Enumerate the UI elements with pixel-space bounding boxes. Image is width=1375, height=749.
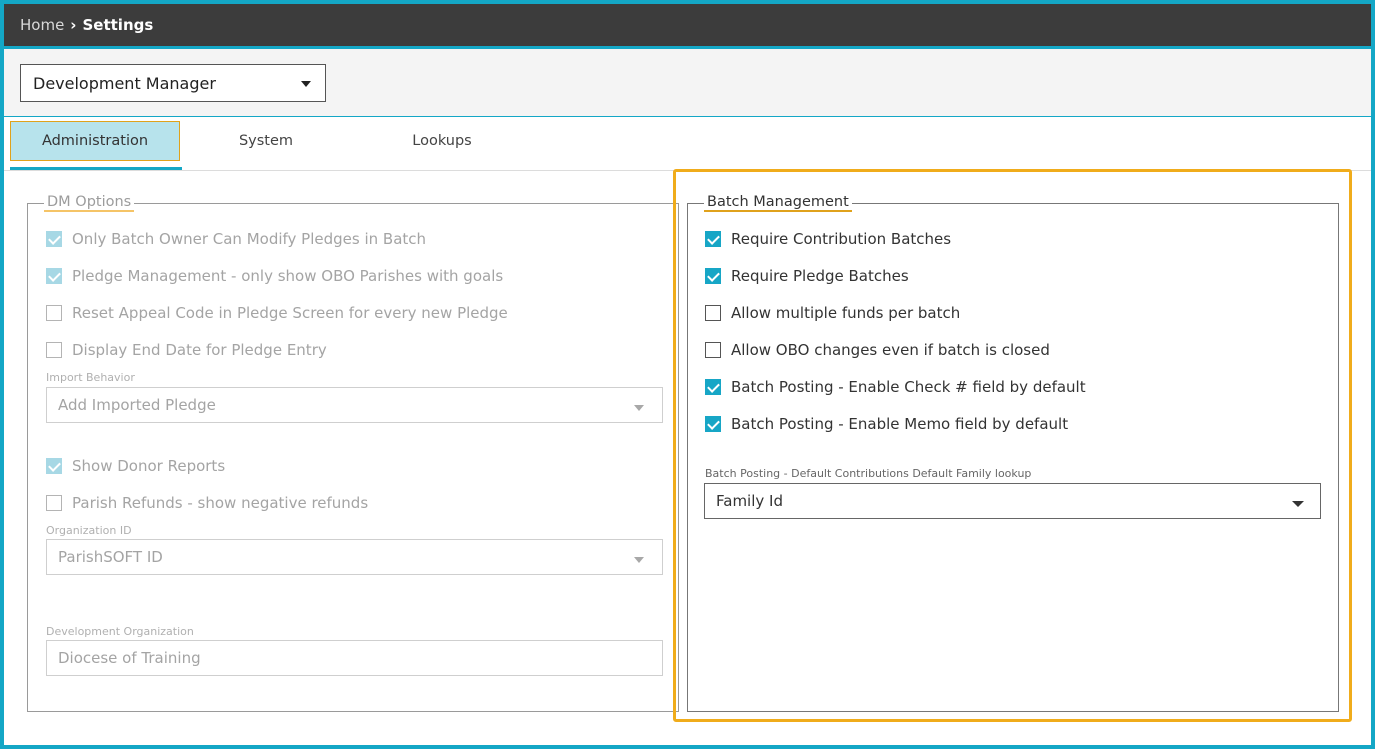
option-label: Display End Date for Pledge Entry (72, 341, 327, 359)
family-lookup-value: Family Id (716, 492, 783, 510)
dm-option-parish-refunds: Parish Refunds - show negative refunds (46, 494, 368, 512)
caret-down-icon (301, 81, 311, 87)
checkbox-checked[interactable] (705, 379, 721, 395)
checkbox-checked (46, 458, 62, 474)
organization-id-select: ParishSOFT ID (46, 539, 663, 575)
checkbox-checked (46, 268, 62, 284)
tab-system[interactable]: System (191, 121, 341, 161)
checkbox-unchecked[interactable] (705, 305, 721, 321)
import-behavior-value: Add Imported Pledge (58, 396, 216, 414)
import-behavior-select: Add Imported Pledge (46, 387, 663, 423)
caret-down-icon (1292, 501, 1304, 507)
checkbox-unchecked[interactable] (705, 342, 721, 358)
batch-management-legend: Batch Management (704, 194, 852, 212)
dm-option-batch-owner: Only Batch Owner Can Modify Pledges in B… (46, 230, 426, 248)
option-label: Parish Refunds - show negative refunds (72, 494, 369, 512)
dm-option-reset-appeal: Reset Appeal Code in Pledge Screen for e… (46, 304, 508, 322)
option-label: Batch Posting - Enable Check # field by … (731, 378, 1086, 396)
checkbox-unchecked (46, 342, 62, 358)
bm-option-require-contribution[interactable]: Require Contribution Batches (705, 230, 951, 248)
bm-option-check-field[interactable]: Batch Posting - Enable Check # field by … (705, 378, 1086, 396)
chevron-right-icon: › (70, 16, 77, 34)
dm-option-pledge-management: Pledge Management - only show OBO Parish… (46, 267, 503, 285)
checkbox-checked[interactable] (705, 416, 721, 432)
tab-lookups[interactable]: Lookups (367, 121, 517, 161)
tab-administration[interactable]: Administration (10, 121, 180, 161)
role-select-value: Development Manager (33, 73, 216, 93)
import-behavior-label: Import Behavior (46, 371, 135, 384)
active-tab-underline (10, 167, 182, 170)
organization-id-label: Organization ID (46, 524, 132, 537)
checkbox-unchecked (46, 305, 62, 321)
bm-option-multiple-funds[interactable]: Allow multiple funds per batch (705, 304, 960, 322)
development-org-label: Development Organization (46, 625, 194, 638)
option-label: Only Batch Owner Can Modify Pledges in B… (72, 230, 427, 248)
option-label: Allow multiple funds per batch (731, 304, 961, 322)
option-label: Reset Appeal Code in Pledge Screen for e… (72, 304, 508, 322)
option-label: Require Pledge Batches (731, 267, 909, 285)
bm-option-require-pledge[interactable]: Require Pledge Batches (705, 267, 909, 285)
option-label: Show Donor Reports (72, 457, 226, 475)
breadcrumb-current: Settings (82, 16, 154, 34)
option-label: Require Contribution Batches (731, 230, 952, 248)
dm-option-end-date: Display End Date for Pledge Entry (46, 341, 327, 359)
option-label: Pledge Management - only show OBO Parish… (72, 267, 504, 285)
caret-down-icon (634, 405, 644, 411)
bm-option-obo-changes[interactable]: Allow OBO changes even if batch is close… (705, 341, 1050, 359)
organization-id-value: ParishSOFT ID (58, 548, 163, 566)
role-select[interactable]: Development Manager (20, 64, 326, 102)
option-label: Batch Posting - Enable Memo field by def… (731, 415, 1069, 433)
checkbox-checked[interactable] (705, 231, 721, 247)
development-org-field: Diocese of Training (46, 640, 663, 676)
bm-option-memo-field[interactable]: Batch Posting - Enable Memo field by def… (705, 415, 1068, 433)
settings-tabs: Administration System Lookups (4, 117, 1371, 171)
checkbox-checked[interactable] (705, 268, 721, 284)
breadcrumb-home[interactable]: Home (20, 16, 64, 34)
development-org-value: Diocese of Training (58, 649, 201, 667)
checkbox-unchecked (46, 495, 62, 511)
checkbox-checked (46, 231, 62, 247)
caret-down-icon (634, 557, 644, 563)
option-label: Allow OBO changes even if batch is close… (731, 341, 1050, 359)
family-lookup-select[interactable]: Family Id (704, 483, 1321, 519)
breadcrumb-bar: Home › Settings (4, 4, 1371, 46)
dm-options-legend: DM Options (44, 194, 135, 212)
dm-option-donor-reports: Show Donor Reports (46, 457, 225, 475)
family-lookup-label: Batch Posting - Default Contributions De… (705, 467, 1032, 480)
